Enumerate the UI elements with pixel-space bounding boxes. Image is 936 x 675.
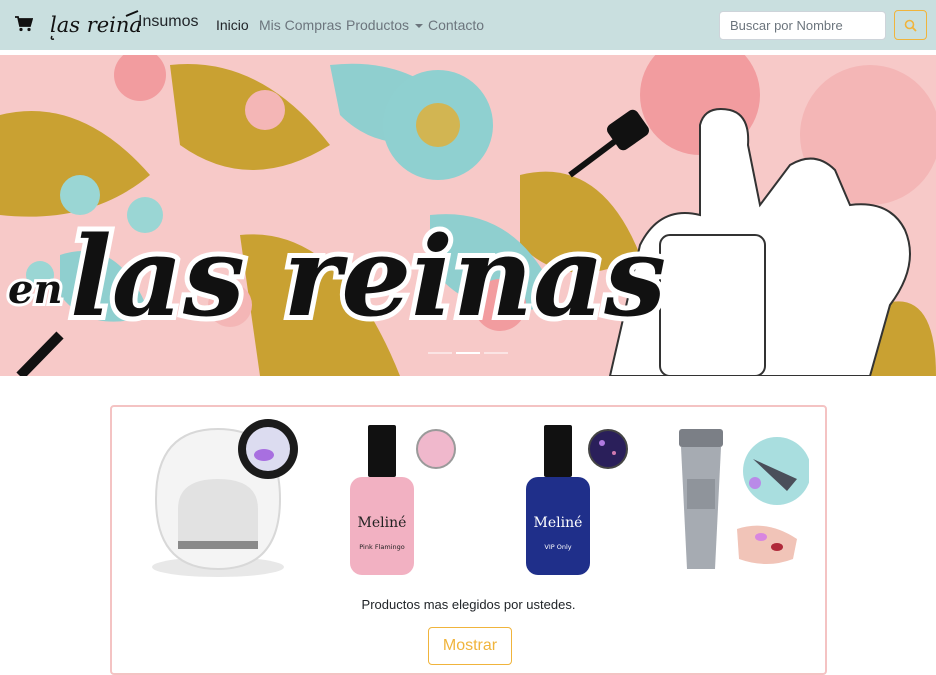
product-image-uv-flashlight[interactable] bbox=[657, 419, 809, 579]
cart-icon[interactable] bbox=[15, 16, 33, 32]
nav-link-productos-label: Productos bbox=[346, 17, 410, 33]
featured-caption: Productos mas elegidos por ustedes. bbox=[361, 597, 576, 612]
product-brand-label: Meliné bbox=[358, 515, 407, 531]
carousel-indicator-3[interactable] bbox=[484, 352, 508, 354]
search-input[interactable] bbox=[719, 11, 886, 40]
banner-headline-prefix: en bbox=[8, 266, 63, 313]
hero-carousel[interactable]: en las reinas bbox=[0, 55, 936, 376]
caret-down-icon bbox=[415, 24, 424, 29]
product-brand-label: Meliné bbox=[534, 515, 583, 531]
nav-dropdown-productos[interactable]: Productos bbox=[346, 17, 424, 33]
banner-headline: las reinas bbox=[70, 212, 666, 341]
search-icon bbox=[904, 19, 917, 32]
navbar: las reinas Insumos Inicio Mis Compras Pr… bbox=[0, 0, 936, 50]
carousel-indicators bbox=[428, 352, 508, 354]
hero-banner-image: en las reinas bbox=[0, 55, 936, 376]
product-shade-label: VIP Only bbox=[544, 543, 571, 551]
nav-link-mis-compras[interactable]: Mis Compras bbox=[259, 17, 341, 33]
carousel-indicator-2[interactable] bbox=[456, 352, 480, 354]
brand-logo[interactable]: las reinas bbox=[48, 8, 140, 42]
nav-link-contacto[interactable]: Contacto bbox=[428, 17, 484, 33]
brand-suffix[interactable]: Insumos bbox=[138, 13, 198, 31]
product-shade-label: Pink Flamingo bbox=[359, 543, 404, 551]
product-image-pink-flamingo[interactable]: Meliné Pink Flamingo bbox=[336, 419, 466, 579]
show-products-button[interactable]: Mostrar bbox=[428, 627, 512, 665]
product-image-uv-lamp[interactable] bbox=[148, 419, 300, 579]
product-image-vip-only[interactable]: Meliné VIP Only bbox=[522, 419, 652, 579]
nav-link-inicio[interactable]: Inicio bbox=[216, 17, 249, 33]
search-button[interactable] bbox=[894, 10, 927, 40]
featured-products-card: Meliné Pink Flamingo Meliné VIP Only Pro… bbox=[110, 405, 827, 675]
carousel-indicator-1[interactable] bbox=[428, 352, 452, 354]
